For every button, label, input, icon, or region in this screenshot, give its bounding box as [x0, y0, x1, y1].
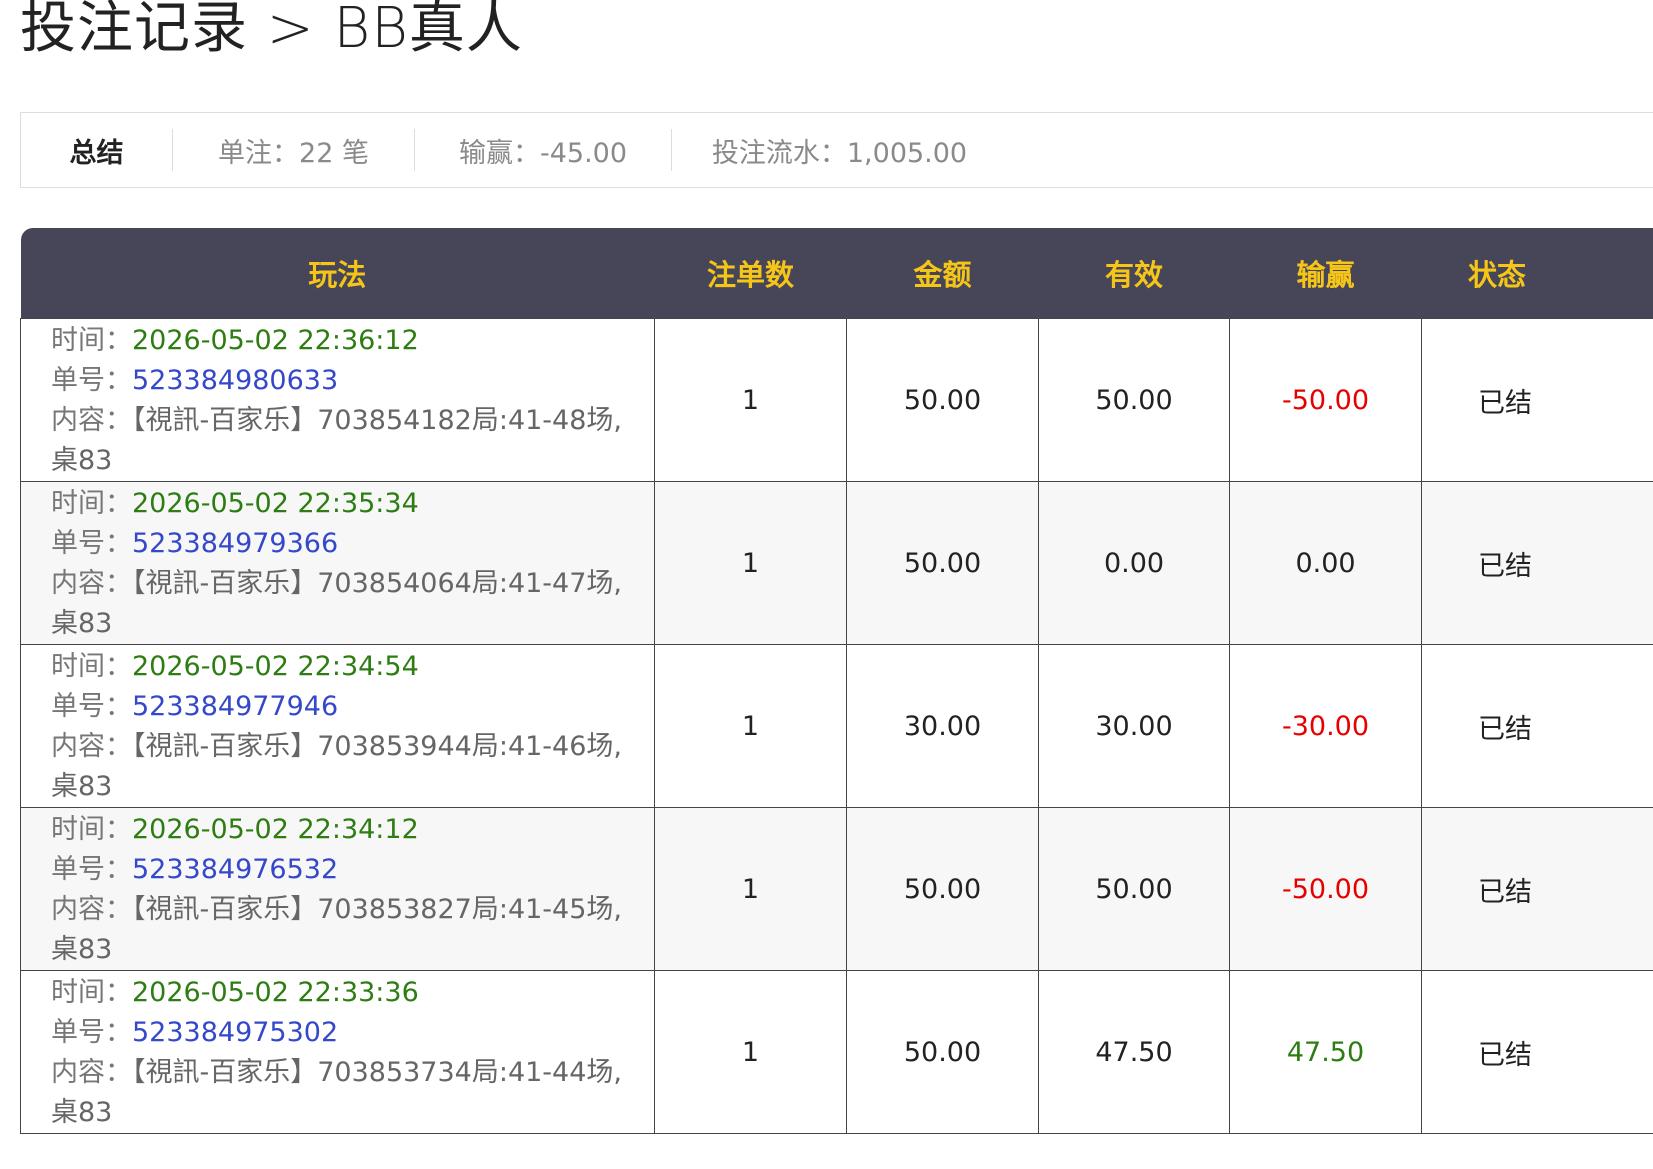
summary-turnover: 投注流水：1,005.00: [671, 129, 1007, 171]
winloss-amount: -50.00: [1229, 807, 1422, 971]
column-header-game: 玩法: [20, 228, 655, 319]
bet-content: 【視訊-百家乐】703854064局:41-47场,桌83: [51, 568, 622, 639]
table-header: 玩法 注单数 金额 有效 输赢 状态: [20, 228, 1653, 319]
valid-amount: 30.00: [1038, 644, 1230, 808]
order-label: 单号：: [51, 528, 132, 559]
bet-info-cell: 时间：2026-05-02 22:33:36 单号：523384975302 内…: [20, 970, 655, 1134]
table-row: 时间：2026-05-02 22:34:12 单号：523384976532 内…: [20, 807, 1653, 971]
bet-content-line: 内容：【視訊-百家乐】703853827局:41-45场,桌83: [51, 890, 636, 970]
bet-time-line: 时间：2026-05-02 22:33:36: [51, 973, 636, 1013]
content-label: 内容：: [51, 731, 132, 762]
bet-time-line: 时间：2026-05-02 22:34:12: [51, 810, 636, 850]
column-header-valid: 有效: [1038, 228, 1230, 319]
bet-amount: 30.00: [846, 644, 1039, 808]
time-label: 时间：: [51, 325, 132, 356]
table-row: 时间：2026-05-02 22:33:36 单号：523384975302 内…: [20, 970, 1653, 1134]
order-number: 523384975302: [132, 1017, 339, 1048]
time-label: 时间：: [51, 977, 132, 1008]
bet-content: 【視訊-百家乐】703853827局:41-45场,桌83: [51, 894, 622, 965]
bet-info-cell: 时间：2026-05-02 22:34:54 单号：523384977946 内…: [20, 644, 655, 808]
bet-content-line: 内容：【視訊-百家乐】703853944局:41-46场,桌83: [51, 727, 636, 807]
column-header-amount: 金额: [846, 228, 1039, 319]
bet-time: 2026-05-02 22:34:12: [132, 814, 419, 845]
summary-bar: 总结 单注：22 笔 输赢：-45.00 投注流水：1,005.00: [20, 112, 1653, 188]
time-label: 时间：: [51, 651, 132, 682]
bet-count: 1: [654, 318, 847, 482]
bet-content: 【視訊-百家乐】703854182局:41-48场,桌83: [51, 405, 622, 476]
summary-winloss: 输赢：-45.00: [414, 129, 671, 171]
bet-info-cell: 时间：2026-05-02 22:34:12 单号：523384976532 内…: [20, 807, 655, 971]
order-number: 523384977946: [132, 691, 339, 722]
order-label: 单号：: [51, 1017, 132, 1048]
bet-count: 1: [654, 644, 847, 808]
page-title: 投注记录 > BB真人: [20, 0, 523, 61]
bet-time: 2026-05-02 22:34:54: [132, 651, 419, 682]
valid-amount: 50.00: [1038, 807, 1230, 971]
bet-time: 2026-05-02 22:33:36: [132, 977, 419, 1008]
winloss-amount: 47.50: [1229, 970, 1422, 1134]
summary-label: 总结: [69, 137, 124, 169]
order-label: 单号：: [51, 691, 132, 722]
column-header-count: 注单数: [654, 228, 847, 319]
bet-amount: 50.00: [846, 807, 1039, 971]
winloss-amount: 0.00: [1229, 481, 1422, 645]
table-row: 时间：2026-05-02 22:35:34 单号：523384979366 内…: [20, 481, 1653, 645]
bet-records-table: 玩法 注单数 金额 有效 输赢 状态 时间：2026-05-02 22:36:1…: [20, 228, 1653, 1134]
content-label: 内容：: [51, 568, 132, 599]
bet-status: 已结: [1421, 807, 1653, 971]
order-number-line: 单号：523384977946: [51, 687, 636, 727]
bet-content-line: 内容：【視訊-百家乐】703853734局:41-44场,桌83: [51, 1053, 636, 1133]
order-number-line: 单号：523384980633: [51, 361, 636, 401]
valid-amount: 0.00: [1038, 481, 1230, 645]
bet-time: 2026-05-02 22:35:34: [132, 488, 419, 519]
bet-info-cell: 时间：2026-05-02 22:35:34 单号：523384979366 内…: [20, 481, 655, 645]
bet-status: 已结: [1421, 970, 1653, 1134]
time-label: 时间：: [51, 814, 132, 845]
content-label: 内容：: [51, 894, 132, 925]
bet-status: 已结: [1421, 481, 1653, 645]
table-row: 时间：2026-05-02 22:36:12 单号：523384980633 内…: [20, 318, 1653, 482]
summary-bet-count: 单注：22 笔: [172, 129, 414, 171]
bet-time: 2026-05-02 22:36:12: [132, 325, 419, 356]
bet-amount: 50.00: [846, 970, 1039, 1134]
bet-content-line: 内容：【視訊-百家乐】703854064局:41-47场,桌83: [51, 564, 636, 644]
bet-content-line: 内容：【視訊-百家乐】703854182局:41-48场,桌83: [51, 401, 636, 481]
bet-amount: 50.00: [846, 481, 1039, 645]
bet-time-line: 时间：2026-05-02 22:35:34: [51, 484, 636, 524]
bet-content: 【視訊-百家乐】703853944局:41-46场,桌83: [51, 731, 622, 802]
order-label: 单号：: [51, 854, 132, 885]
order-number: 523384976532: [132, 854, 339, 885]
bet-count: 1: [654, 481, 847, 645]
bet-time-line: 时间：2026-05-02 22:36:12: [51, 321, 636, 361]
content-label: 内容：: [51, 405, 132, 436]
order-number-line: 单号：523384975302: [51, 1013, 636, 1053]
column-header-status: 状态: [1421, 228, 1653, 319]
time-label: 时间：: [51, 488, 132, 519]
bet-count: 1: [654, 807, 847, 971]
valid-amount: 47.50: [1038, 970, 1230, 1134]
winloss-amount: -50.00: [1229, 318, 1422, 482]
table-row: 时间：2026-05-02 22:34:54 单号：523384977946 内…: [20, 644, 1653, 808]
bet-count: 1: [654, 970, 847, 1134]
order-number-line: 单号：523384979366: [51, 524, 636, 564]
column-header-winloss: 输赢: [1229, 228, 1422, 319]
bet-content: 【視訊-百家乐】703853734局:41-44场,桌83: [51, 1057, 622, 1128]
valid-amount: 50.00: [1038, 318, 1230, 482]
bet-info-cell: 时间：2026-05-02 22:36:12 单号：523384980633 内…: [20, 318, 655, 482]
order-number: 523384980633: [132, 365, 339, 396]
content-label: 内容：: [51, 1057, 132, 1088]
order-number: 523384979366: [132, 528, 339, 559]
bet-amount: 50.00: [846, 318, 1039, 482]
bet-status: 已结: [1421, 644, 1653, 808]
bet-time-line: 时间：2026-05-02 22:34:54: [51, 647, 636, 687]
order-label: 单号：: [51, 365, 132, 396]
bet-status: 已结: [1421, 318, 1653, 482]
winloss-amount: -30.00: [1229, 644, 1422, 808]
order-number-line: 单号：523384976532: [51, 850, 636, 890]
